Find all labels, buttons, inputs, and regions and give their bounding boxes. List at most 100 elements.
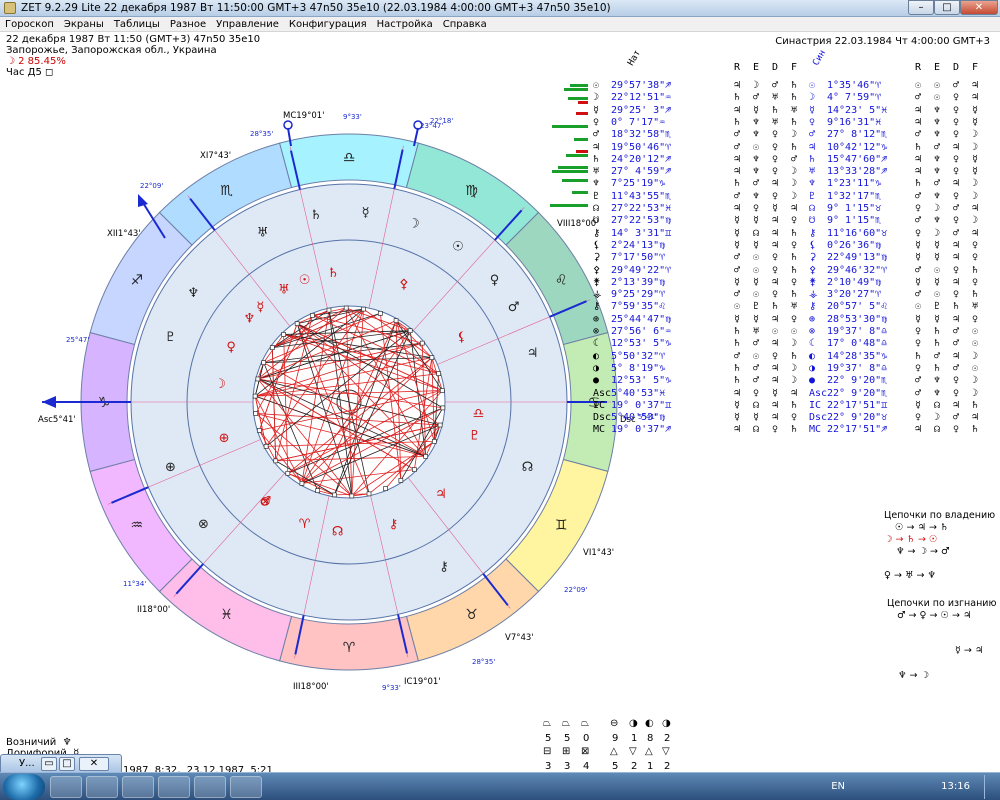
menu-settings[interactable]: Настройка bbox=[372, 17, 438, 31]
zodiac-sign-glyph: ♊ bbox=[555, 518, 568, 534]
menu-tables[interactable]: Таблицы bbox=[109, 17, 165, 31]
syn-r: ☿ bbox=[915, 252, 922, 264]
minimize-button[interactable]: – bbox=[908, 0, 934, 15]
natal-e: ♀ bbox=[753, 387, 760, 399]
syn-f: ☽ bbox=[972, 190, 979, 202]
natal-place: Запорожье, Запорожская обл., Украина bbox=[6, 45, 217, 56]
synastry-position: 11°16'60"♉ bbox=[827, 227, 888, 239]
menu-help[interactable]: Справка bbox=[438, 17, 492, 31]
natal-f: ♃ bbox=[791, 203, 798, 214]
syn-f: ☽ bbox=[972, 215, 979, 227]
natal-e: ☿ bbox=[753, 215, 760, 227]
mini-maximize-button[interactable]: □ bbox=[59, 757, 75, 771]
natal-planet-glyph: ♀ bbox=[226, 340, 236, 355]
syn-r: ♃ bbox=[915, 166, 922, 178]
natal-d: ♃ bbox=[772, 362, 779, 374]
table-row: ♂ 18°32'58"♏ ♂ ♆ ♀ ☽ ♂ 27° 8'12"♏ ♂ ♆ ♀ ☽ bbox=[593, 129, 1000, 141]
syn-r: ☿ bbox=[915, 313, 922, 325]
natal-position: 9°25'29"♈ bbox=[611, 289, 666, 301]
natal-r: ♂ bbox=[734, 141, 741, 153]
table-row: IC 19° 0'37"♊ ☿ ☊ ♃ ♄ IC 22°17'51"♊ ☿ ☊ ♃ ♄ bbox=[593, 400, 1000, 412]
syn-f: ♀ bbox=[972, 276, 979, 288]
natal-position: 5° 8'19"♑ bbox=[611, 362, 666, 374]
taskbar-app-3[interactable] bbox=[122, 776, 154, 798]
natal-e: ♂ bbox=[753, 338, 760, 350]
syn-f: ☽ bbox=[972, 178, 979, 190]
minimized-window[interactable]: У... ▭ □ ✕ bbox=[0, 754, 122, 774]
natal-planet-glyph: ☉ bbox=[299, 273, 311, 288]
language-indicator[interactable]: EN bbox=[831, 773, 845, 800]
mini-close-button[interactable]: ✕ bbox=[79, 757, 109, 771]
asc-label: Asc5°41' bbox=[38, 415, 76, 425]
synastry-position: 13°33'28"♐ bbox=[827, 166, 888, 178]
syn-d: ♀ bbox=[953, 424, 960, 436]
natal-glyph: ☾ bbox=[593, 338, 600, 350]
natal-e: ☿ bbox=[753, 104, 760, 116]
natal-f: ♅ bbox=[791, 301, 798, 313]
synastry-position: 22° 9'20"♏ bbox=[827, 375, 888, 387]
natal-f: ♀ bbox=[791, 215, 798, 227]
taskbar-app-5[interactable] bbox=[194, 776, 226, 798]
moon-phase: ☽ 2 85.45% bbox=[6, 56, 66, 67]
aspect-node bbox=[412, 467, 417, 472]
syn-e: ☽ bbox=[934, 203, 941, 214]
taskbar-app-6[interactable] bbox=[230, 776, 262, 798]
syn-f: ☿ bbox=[972, 166, 979, 178]
clock[interactable]: 13:16 bbox=[941, 773, 970, 800]
synastry-header: Син bbox=[811, 48, 829, 68]
natal-f: ☽ bbox=[791, 129, 798, 141]
syn-e: ☉ bbox=[934, 92, 941, 104]
natal-planet-glyph: ⚸ bbox=[457, 330, 467, 345]
menu-horoscope[interactable]: Гороскоп bbox=[0, 17, 59, 31]
element-counts: ⏢ ⏢ ⏢ ⊖ ◑ ◐ ◑ 5 5 0 9 1 8 2 ⊟ ⊞ ⊠ △ ▽ △ … bbox=[540, 716, 680, 772]
zodiac-sign-glyph: ♍ bbox=[465, 183, 478, 199]
synastry-position: 17° 0'48"♎ bbox=[827, 338, 888, 350]
minimized-window-title: У... bbox=[19, 758, 35, 769]
cusp-degree-10: 9°33' bbox=[382, 684, 401, 692]
start-button[interactable] bbox=[3, 774, 45, 800]
syn-f: ♄ bbox=[972, 289, 979, 301]
syn-r: ☿ bbox=[915, 276, 922, 288]
natal-position: 12°53' 5"♑ bbox=[611, 375, 672, 387]
header-natal-r: R bbox=[734, 62, 741, 73]
close-button[interactable]: ✕ bbox=[960, 0, 998, 15]
natal-position: 2°24'13"♍ bbox=[611, 239, 666, 251]
natal-r: ♃ bbox=[734, 80, 741, 91]
menu-misc[interactable]: Разное bbox=[165, 17, 211, 31]
zodiac-sign-glyph: ♒ bbox=[131, 518, 144, 534]
taskbar-app-4[interactable] bbox=[158, 776, 190, 798]
natal-glyph: ♆ bbox=[593, 178, 600, 190]
zodiac-sign-glyph: ♈ bbox=[343, 640, 356, 656]
natal-r: ♃ bbox=[734, 203, 741, 214]
cusp-degree-5: 22°09' bbox=[140, 182, 163, 190]
menu-configuration[interactable]: Конфигурация bbox=[284, 17, 372, 31]
menu-screens[interactable]: Экраны bbox=[59, 17, 109, 31]
synastry-glyph: ♇ bbox=[809, 190, 816, 202]
natal-d: ♀ bbox=[772, 190, 779, 202]
natal-e: ☊ bbox=[753, 227, 760, 239]
mini-restore-button[interactable]: ▭ bbox=[41, 757, 57, 771]
taskbar-app-2[interactable] bbox=[86, 776, 118, 798]
title-bar: ZET 9.2.29 Lite 22 декабря 1987 Вт 11:50… bbox=[0, 0, 1000, 17]
syn-d: ♃ bbox=[953, 350, 960, 362]
syn-d: ♀ bbox=[953, 92, 960, 104]
natal-d: ♀ bbox=[772, 264, 779, 276]
show-desktop-button[interactable] bbox=[984, 775, 996, 799]
chains-exile-title: Цепочки по изгнанию bbox=[887, 598, 997, 609]
menu-control[interactable]: Управление bbox=[211, 17, 284, 31]
natal-d: ♃ bbox=[772, 375, 779, 387]
natal-planet-glyph: ☊ bbox=[332, 525, 344, 540]
natal-position: 7°17'50"♈ bbox=[611, 252, 666, 264]
syn-f: ☽ bbox=[972, 387, 979, 399]
synastry-glyph: ☾ bbox=[809, 338, 816, 350]
natal-f: ♀ bbox=[791, 276, 798, 288]
synastry-glyph: ♂ bbox=[809, 129, 816, 141]
aspect-node bbox=[285, 470, 291, 476]
natal-glyph: ☊ bbox=[593, 203, 600, 214]
table-row: MC 19° 0'37"♐ ♃ ☊ ♀ ♄ MC 22°17'51"♐ ♃ ☊ ♀ ♄ bbox=[593, 424, 1000, 436]
house-iii-label: III18°00' bbox=[293, 682, 329, 692]
natal-f: ☽ bbox=[791, 362, 798, 374]
syn-r: ♀ bbox=[915, 227, 922, 239]
taskbar-app-1[interactable] bbox=[50, 776, 82, 798]
maximize-button[interactable]: □ bbox=[934, 0, 960, 15]
